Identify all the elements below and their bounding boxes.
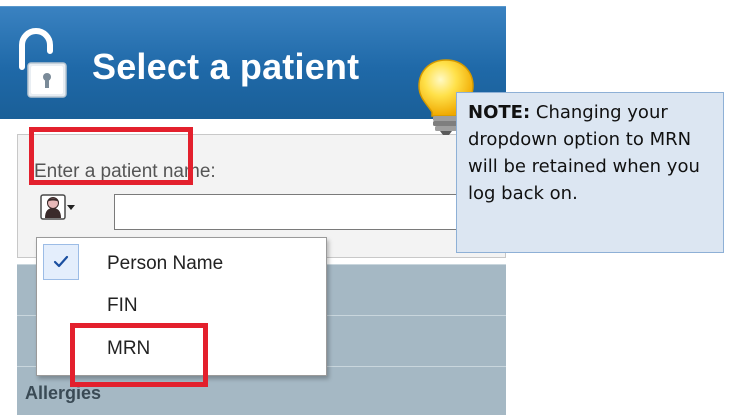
menu-item-label: FIN <box>107 295 138 316</box>
search-type-dropdown-button[interactable] <box>40 192 80 224</box>
person-icon <box>40 194 66 220</box>
menu-item-label: MRN <box>107 338 151 359</box>
page-title: Select a patient <box>92 46 360 87</box>
search-label: Enter a patient name: <box>34 161 216 182</box>
section-label: Allergies <box>25 383 102 403</box>
menu-item-fin[interactable]: FIN <box>37 284 326 326</box>
chevron-down-icon <box>67 205 75 210</box>
note-prefix: NOTE: <box>468 102 531 123</box>
selected-indicator <box>43 244 79 280</box>
note-callout: NOTE: Changing your dropdown option to M… <box>456 92 724 253</box>
lock-icon <box>19 28 67 98</box>
check-icon <box>53 255 69 268</box>
patient-name-input[interactable] <box>114 194 514 230</box>
menu-item-person-name[interactable]: Person Name <box>37 242 326 284</box>
menu-item-mrn[interactable]: MRN <box>37 327 326 369</box>
search-type-menu: Person Name FIN MRN <box>36 237 327 376</box>
menu-item-label: Person Name <box>107 253 224 274</box>
